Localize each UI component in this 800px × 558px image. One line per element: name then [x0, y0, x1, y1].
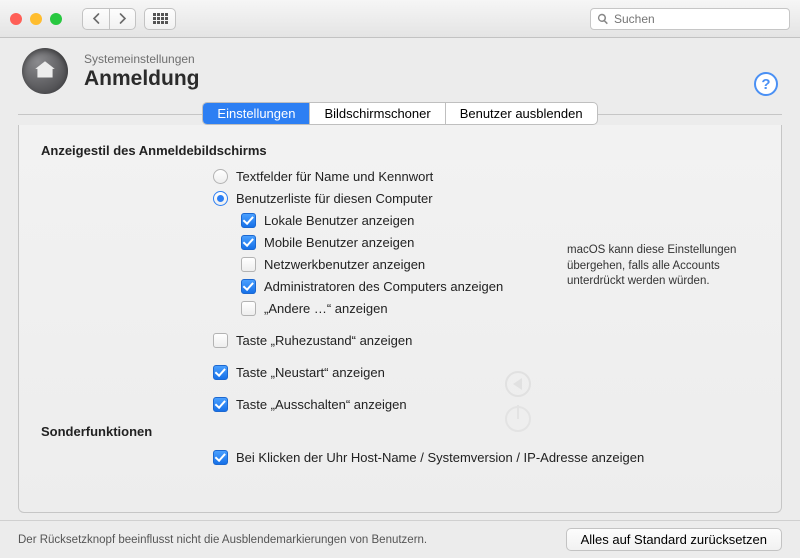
minimize-window-button[interactable] — [30, 13, 42, 25]
search-input[interactable] — [614, 12, 783, 26]
power-ghost-icon — [505, 406, 531, 432]
breadcrumb: Systemeinstellungen — [84, 52, 200, 66]
zoom-window-button[interactable] — [50, 13, 62, 25]
search-icon — [597, 13, 609, 25]
check-clock-info[interactable]: Bei Klicken der Uhr Host-Name / Systemve… — [213, 447, 759, 467]
tabs: Einstellungen Bildschirmschoner Benutzer… — [0, 102, 800, 125]
pane-header: Systemeinstellungen Anmeldung ? — [0, 38, 800, 102]
nav-segmented — [82, 8, 136, 30]
window-controls — [10, 13, 62, 25]
close-window-button[interactable] — [10, 13, 22, 25]
radio-label: Benutzerliste für diesen Computer — [236, 191, 433, 206]
back-button[interactable] — [83, 9, 109, 29]
house-icon — [32, 58, 58, 84]
radio-textfields[interactable]: Textfelder für Name und Kennwort — [213, 166, 759, 186]
footer-hint: Der Rücksetzknopf beeinflusst nicht die … — [18, 534, 427, 546]
check-restart-button[interactable]: Taste „Neustart“ anzeigen — [213, 362, 759, 382]
check-sleep-button[interactable]: Taste „Ruhezustand“ anzeigen — [213, 330, 759, 350]
radio-userlist[interactable]: Benutzerliste für diesen Computer — [213, 188, 759, 208]
page-title: Anmeldung — [84, 67, 200, 91]
section-login-style: Anzeigestil des Anmeldebildschirms — [41, 143, 759, 158]
window-toolbar — [0, 0, 800, 38]
grid-icon — [153, 13, 168, 24]
check-local-users[interactable]: Lokale Benutzer anzeigen — [241, 210, 759, 230]
search-field[interactable] — [590, 8, 790, 30]
tab-screensaver[interactable]: Bildschirmschoner — [310, 103, 445, 124]
section-extra: Sonderfunktionen — [41, 424, 759, 439]
radio-label: Textfelder für Name und Kennwort — [236, 169, 433, 184]
tab-settings[interactable]: Einstellungen — [203, 103, 310, 124]
override-note: macOS kann diese Einstellungen übergehen… — [567, 243, 759, 290]
reset-defaults-button[interactable]: Alles auf Standard zurücksetzen — [566, 528, 782, 551]
footer: Der Rücksetzknopf beeinflusst nicht die … — [0, 520, 800, 558]
forward-button[interactable] — [109, 9, 135, 29]
pane-icon — [22, 48, 68, 94]
tab-hide-users[interactable]: Benutzer ausblenden — [446, 103, 597, 124]
check-other-users[interactable]: „Andere …“ anzeigen — [241, 298, 759, 318]
show-all-button[interactable] — [144, 8, 176, 30]
help-button[interactable]: ? — [754, 72, 778, 96]
settings-panel: Anzeigestil des Anmeldebildschirms Textf… — [18, 125, 782, 513]
restart-ghost-icon — [505, 371, 531, 397]
check-shutdown-button[interactable]: Taste „Ausschalten“ anzeigen — [213, 394, 759, 414]
